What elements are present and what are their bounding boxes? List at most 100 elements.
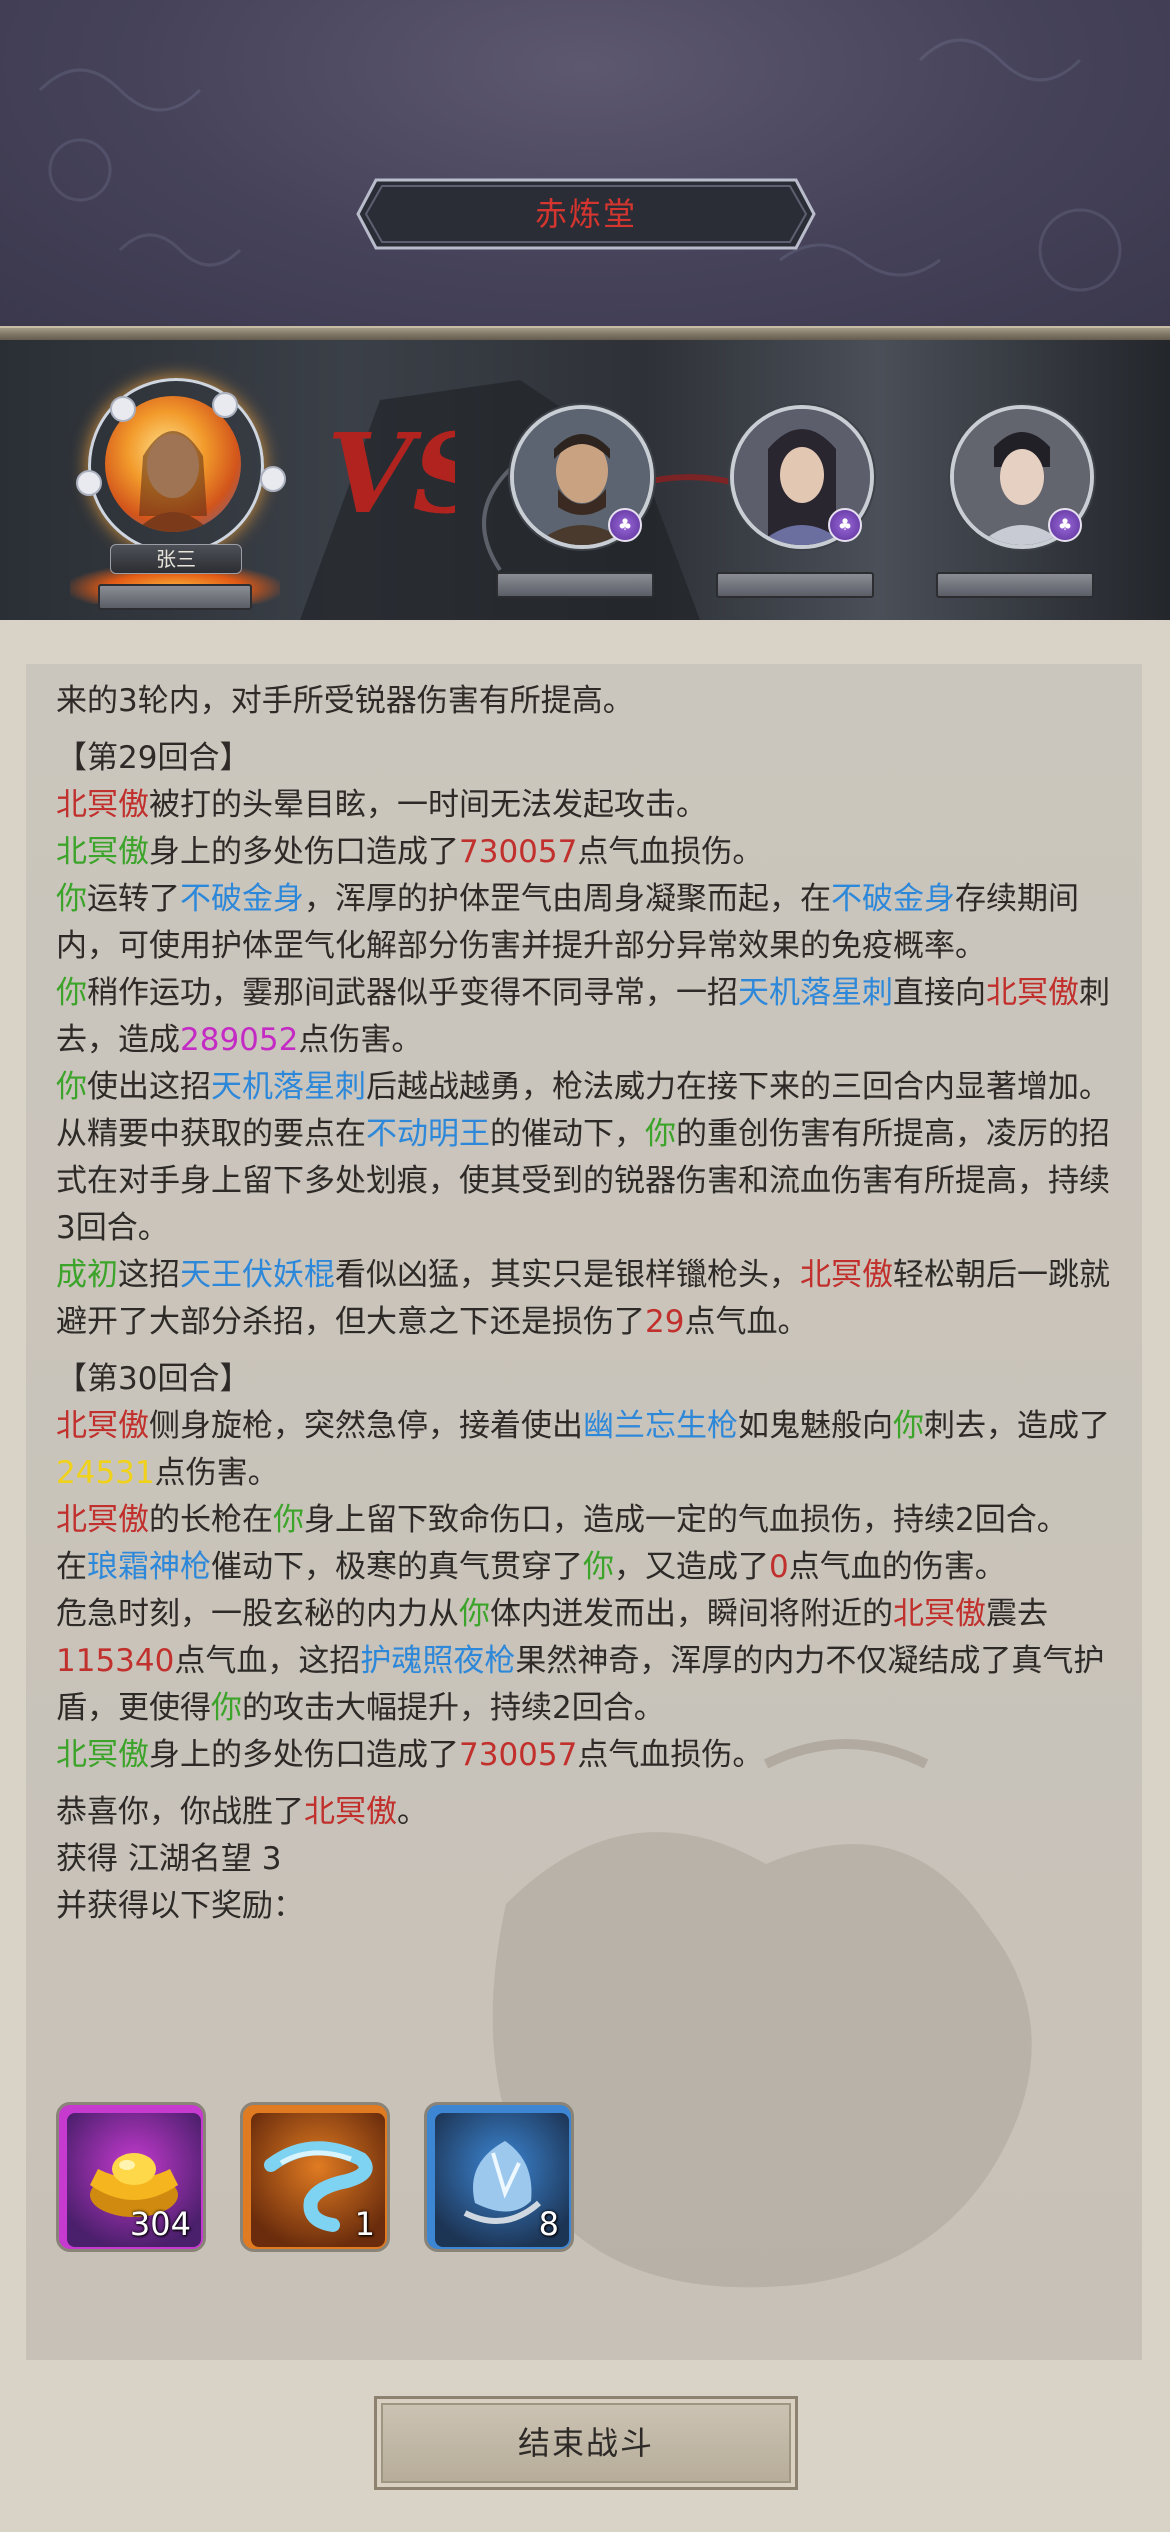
reward-count: 1	[354, 2205, 375, 2243]
log-segment: 的催动下，	[490, 1116, 645, 1152]
battle-log: 来的3轮内，对手所受锐器伤害有所提高。 【第29回合】 北冥傲被打的头晕目眩，一时间…	[56, 678, 1126, 1930]
log-segment: 催动下，极寒的真气贯穿了	[211, 1549, 583, 1585]
log-segment: 天机落星刺	[738, 975, 893, 1011]
log-segment: 体内迸发而出，瞬间将附近的	[490, 1596, 893, 1632]
log-line: 恭喜你，你战胜了北冥傲。	[56, 1789, 1126, 1836]
skill-orb-icon	[76, 470, 102, 496]
log-segment: 730057	[459, 834, 578, 870]
cloud-pattern	[38, 38, 1122, 292]
end-battle-button[interactable]: 结束战斗	[374, 2396, 798, 2490]
log-segment: 你	[56, 1069, 87, 1105]
skill-orb-icon	[110, 396, 136, 422]
log-segment: 115340	[56, 1643, 175, 1679]
reward-item[interactable]: 1	[240, 2102, 390, 2252]
log-segment: 北冥傲	[56, 834, 149, 870]
reward-count: 8	[538, 2205, 559, 2243]
log-segment: 侧身旋枪，突然急停，接着使出	[149, 1408, 583, 1444]
log-segment: 的长枪在	[149, 1502, 273, 1538]
log-segment: 点气血，这招	[174, 1643, 361, 1679]
reward-item[interactable]: 8	[424, 2102, 574, 2252]
log-segment: 从精要中获取的要点在	[56, 1116, 366, 1152]
log-segment: 琅霜神枪	[87, 1549, 211, 1585]
log-segment: 在	[56, 1549, 87, 1585]
log-segment: 24531	[56, 1455, 155, 1491]
log-segment: 的攻击大幅提升，持续2回合。	[242, 1690, 665, 1726]
log-segment: 获得 江湖名望 3	[56, 1841, 282, 1877]
log-segment: 刺去，造成了	[924, 1408, 1110, 1444]
log-segment: 点气血。	[684, 1304, 809, 1340]
title-plate: 赤炼堂	[356, 176, 816, 252]
log-segment: 不动明王	[366, 1116, 490, 1152]
log-segment: 点气血损伤。	[577, 834, 764, 870]
log-segment: 你	[583, 1549, 614, 1585]
log-segment: 危急时刻，一股玄秘的内力从	[56, 1596, 459, 1632]
log-segment: 你	[56, 881, 87, 917]
enemy-hp-bar-1	[496, 572, 654, 598]
log-segment: 你	[459, 1596, 490, 1632]
log-segment: ，又造成了	[614, 1549, 769, 1585]
log-segment: 恭喜你，你战胜了	[56, 1794, 304, 1830]
log-segment: 你	[56, 975, 87, 1011]
log-segment: 北冥傲	[56, 1737, 149, 1773]
log-segment: 来的3轮内，对手所受锐器伤害有所提高。	[56, 683, 634, 719]
log-line: 你稍作运功，霎那间武器似乎变得不同寻常，一招天机落星刺直接向北冥傲刺去，造成28…	[56, 970, 1126, 1064]
vs-icon: VS	[327, 409, 455, 538]
log-segment: 看似凶猛，其实只是银样镴枪头，	[335, 1257, 800, 1293]
log-segment: 北冥傲	[304, 1794, 397, 1830]
log-segment: 你	[273, 1502, 304, 1538]
skill-orb-icon	[260, 466, 286, 492]
rank-badge-icon: ♣	[608, 508, 642, 542]
log-segment: 北冥傲	[56, 1408, 149, 1444]
log-segment: 并获得以下奖励：	[56, 1888, 304, 1924]
log-segment: 天机落星刺	[211, 1069, 366, 1105]
log-segment: 这招	[118, 1257, 180, 1293]
log-segment: 身上的多处伤口造成了	[149, 834, 459, 870]
reward-item[interactable]: 304	[56, 2102, 206, 2252]
log-segment: 稍作运功，霎那间武器似乎变得不同寻常，一招	[87, 975, 738, 1011]
log-segment: 你	[645, 1116, 676, 1152]
log-line: 从精要中获取的要点在不动明王的催动下，你的重创伤害有所提高，凌厉的招式在对手身上…	[56, 1111, 1126, 1252]
enemy-hp-bar-3	[936, 572, 1094, 598]
log-segment: 你	[211, 1690, 242, 1726]
log-segment: 点伤害。	[154, 1455, 279, 1491]
log-segment: 如鬼魅般向	[738, 1408, 893, 1444]
log-segment: 你	[893, 1408, 924, 1444]
log-line: 获得 江湖名望 3	[56, 1836, 1126, 1883]
log-segment: 北冥傲	[893, 1596, 986, 1632]
log-line: 北冥傲身上的多处伤口造成了730057点气血损伤。	[56, 1732, 1126, 1779]
log-line: 【第29回合】	[56, 735, 1126, 782]
log-segment: 29	[645, 1304, 685, 1340]
log-segment: 289052	[180, 1022, 299, 1058]
page-title: 赤炼堂	[534, 195, 637, 233]
log-segment: 不破金身	[180, 881, 304, 917]
log-line: 北冥傲身上的多处伤口造成了730057点气血损伤。	[56, 829, 1126, 876]
log-line: 【第30回合】	[56, 1356, 1126, 1403]
log-line: 北冥傲侧身旋枪，突然急停，接着使出幽兰忘生枪如鬼魅般向你刺去，造成了 24531点…	[56, 1403, 1126, 1497]
log-segment: 北冥傲	[56, 1502, 149, 1538]
log-segment: 北冥傲	[800, 1257, 893, 1293]
log-segment: 幽兰忘生枪	[583, 1408, 738, 1444]
log-segment: 北冥傲	[986, 975, 1079, 1011]
player-name: 张三	[110, 544, 242, 574]
player-hp-bar	[98, 584, 252, 610]
log-segment: 北冥傲	[56, 787, 149, 823]
log-line: 危急时刻，一股玄秘的内力从你体内迸发而出，瞬间将附近的北冥傲震去115340点气…	[56, 1591, 1126, 1732]
battle-log-panel[interactable]: 来的3轮内，对手所受锐器伤害有所提高。 【第29回合】 北冥傲被打的头晕目眩，一时间…	[26, 664, 1142, 2360]
skill-orb-icon	[212, 392, 238, 418]
log-line: 来的3轮内，对手所受锐器伤害有所提高。	[56, 678, 1126, 725]
log-segment: 点气血的伤害。	[788, 1549, 1006, 1585]
log-segment: 身上留下致命伤口，造成一定的气血损伤，持续2回合。	[304, 1502, 1068, 1538]
log-segment: 0	[769, 1549, 789, 1585]
log-segment: 后越战越勇，枪法威力在接下来的三回合内显著增加。	[366, 1069, 1110, 1105]
log-segment: 点气血损伤。	[577, 1737, 764, 1773]
log-segment: 运转了	[87, 881, 180, 917]
log-segment: 点伤害。	[298, 1022, 423, 1058]
log-line: 并获得以下奖励：	[56, 1883, 1126, 1930]
log-segment: 成初	[56, 1257, 118, 1293]
player-avatar[interactable]: 张三	[60, 358, 290, 610]
log-segment: 【第30回合】	[56, 1361, 251, 1397]
log-segment: 被打的头晕目眩，一时间无法发起攻击。	[149, 787, 707, 823]
battle-banner: 张三 VS ♣ ♣ ♣	[0, 340, 1170, 620]
vs-label: VS	[327, 409, 455, 538]
rank-badge-icon: ♣	[828, 508, 862, 542]
